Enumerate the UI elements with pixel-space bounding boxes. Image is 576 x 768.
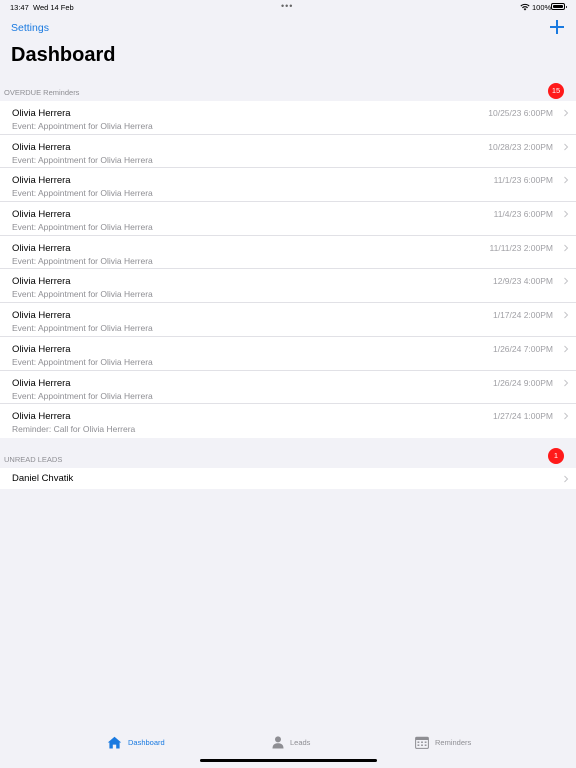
tab-label: Leads	[290, 737, 311, 747]
reminder-name: Olivia Herrera	[12, 343, 71, 355]
multitasking-dots-icon[interactable]: •••	[281, 1, 293, 11]
status-bar: 13:47 Wed 14 Feb ••• 100%	[0, 0, 576, 14]
chevron-right-icon	[564, 210, 569, 218]
chevron-right-icon	[564, 244, 569, 252]
person-icon	[272, 735, 284, 748]
reminder-name: Olivia Herrera	[12, 411, 71, 423]
chevron-right-icon	[564, 345, 569, 353]
house-icon	[107, 736, 122, 748]
unread-leads-count-badge: 1	[548, 448, 564, 464]
reminder-subtitle: Event: Appointment for Olivia Herrera	[12, 356, 153, 367]
reminder-datetime: 1/17/24 2:00PM	[492, 310, 553, 321]
tab-dashboard[interactable]: Dashboard	[107, 734, 165, 750]
chevron-right-icon	[564, 143, 569, 151]
reminder-datetime: 10/28/23 2:00PM	[488, 141, 553, 152]
tab-reminders[interactable]: Reminders	[415, 734, 471, 750]
reminder-subtitle: Event: Appointment for Olivia Herrera	[12, 121, 153, 131]
unread-leads-list: Daniel Chvatik	[0, 468, 576, 489]
status-date: Wed 14 Feb	[33, 3, 74, 12]
reminder-datetime: 1/26/24 7:00PM	[492, 343, 553, 354]
reminder-row[interactable]: Olivia Herrera Event: Appointment for Ol…	[0, 269, 576, 304]
reminder-datetime: 1/26/24 9:00PM	[492, 377, 553, 388]
reminder-name: Olivia Herrera	[12, 310, 71, 322]
status-time: 13:47	[10, 3, 29, 12]
overdue-section-header: OVERDUE Reminders 15	[0, 83, 576, 101]
chevron-right-icon	[564, 379, 569, 386]
reminder-datetime: 1/27/24 1:00PM	[492, 411, 553, 422]
chevron-right-icon	[564, 311, 569, 319]
reminder-subtitle: Event: Appointment for Olivia Herrera	[12, 289, 153, 300]
reminder-row[interactable]: Olivia Herrera Event: Appointment for Ol…	[0, 337, 576, 371]
unread-leads-header-label: UNREAD LEADS	[4, 455, 63, 464]
reminder-row[interactable]: Olivia Herrera Event: Appointment for Ol…	[0, 371, 576, 405]
calendar-icon	[415, 736, 429, 749]
reminder-datetime: 10/25/23 6:00PM	[488, 108, 553, 118]
tab-leads[interactable]: Leads	[272, 734, 310, 750]
lead-row[interactable]: Daniel Chvatik	[0, 468, 576, 489]
home-indicator[interactable]	[200, 758, 377, 762]
unread-leads-section-header: UNREAD LEADS 1	[0, 448, 576, 468]
reminder-row[interactable]: Olivia Herrera Event: Appointment for Ol…	[0, 202, 576, 236]
reminder-row[interactable]: Olivia Herrera Event: Appointment for Ol…	[0, 303, 576, 337]
tab-label: Dashboard	[128, 737, 165, 747]
add-icon[interactable]	[550, 20, 564, 34]
reminder-subtitle: Event: Appointment for Olivia Herrera	[12, 222, 153, 233]
battery-percent: 100%	[532, 3, 552, 12]
reminder-row[interactable]: Olivia Herrera Event: Appointment for Ol…	[0, 101, 576, 135]
reminder-subtitle: Event: Appointment for Olivia Herrera	[12, 323, 153, 334]
settings-button[interactable]: Settings	[11, 22, 49, 34]
reminder-name: Olivia Herrera	[12, 276, 71, 288]
chevron-right-icon	[564, 475, 569, 483]
reminder-subtitle: Event: Appointment for Olivia Herrera	[12, 255, 153, 266]
overdue-header-label: OVERDUE Reminders	[4, 88, 80, 97]
reminder-subtitle: Reminder: Call for Olivia Herrera	[12, 424, 136, 435]
reminder-name: Olivia Herrera	[12, 141, 71, 153]
navigation-bar: Settings	[0, 20, 576, 38]
page-title: Dashboard	[11, 44, 116, 66]
reminder-row[interactable]: Olivia Herrera Reminder: Call for Olivia…	[0, 404, 576, 438]
reminder-datetime: 11/11/23 2:00PM	[489, 242, 553, 253]
battery-icon	[551, 3, 567, 10]
reminder-name: Olivia Herrera	[12, 242, 71, 254]
tab-bar: Dashboard Leads Reminders	[0, 728, 576, 768]
reminder-name: Olivia Herrera	[12, 108, 71, 119]
chevron-right-icon	[564, 109, 569, 117]
overdue-reminders-list: Olivia Herrera Event: Appointment for Ol…	[0, 101, 576, 438]
tab-label: Reminders	[435, 737, 472, 747]
reminder-datetime: 11/4/23 6:00PM	[493, 209, 553, 220]
lead-name: Daniel Chvatik	[12, 473, 74, 484]
reminder-subtitle: Event: Appointment for Olivia Herrera	[12, 154, 153, 165]
reminder-row[interactable]: Olivia Herrera Event: Appointment for Ol…	[0, 168, 576, 203]
chevron-right-icon	[564, 412, 569, 420]
overdue-count-badge: 15	[548, 83, 564, 99]
reminder-datetime: 12/9/23 4:00PM	[492, 276, 553, 287]
chevron-right-icon	[564, 278, 569, 285]
reminder-subtitle: Event: Appointment for Olivia Herrera	[12, 188, 153, 199]
chevron-right-icon	[564, 177, 569, 184]
reminder-row[interactable]: Olivia Herrera Event: Appointment for Ol…	[0, 236, 576, 270]
wifi-icon	[520, 3, 530, 11]
reminder-subtitle: Event: Appointment for Olivia Herrera	[12, 390, 153, 401]
reminder-name: Olivia Herrera	[12, 175, 71, 187]
reminder-name: Olivia Herrera	[12, 377, 71, 389]
reminder-row[interactable]: Olivia Herrera Event: Appointment for Ol…	[0, 135, 576, 169]
reminder-datetime: 11/1/23 6:00PM	[493, 175, 553, 186]
reminder-name: Olivia Herrera	[12, 209, 71, 221]
